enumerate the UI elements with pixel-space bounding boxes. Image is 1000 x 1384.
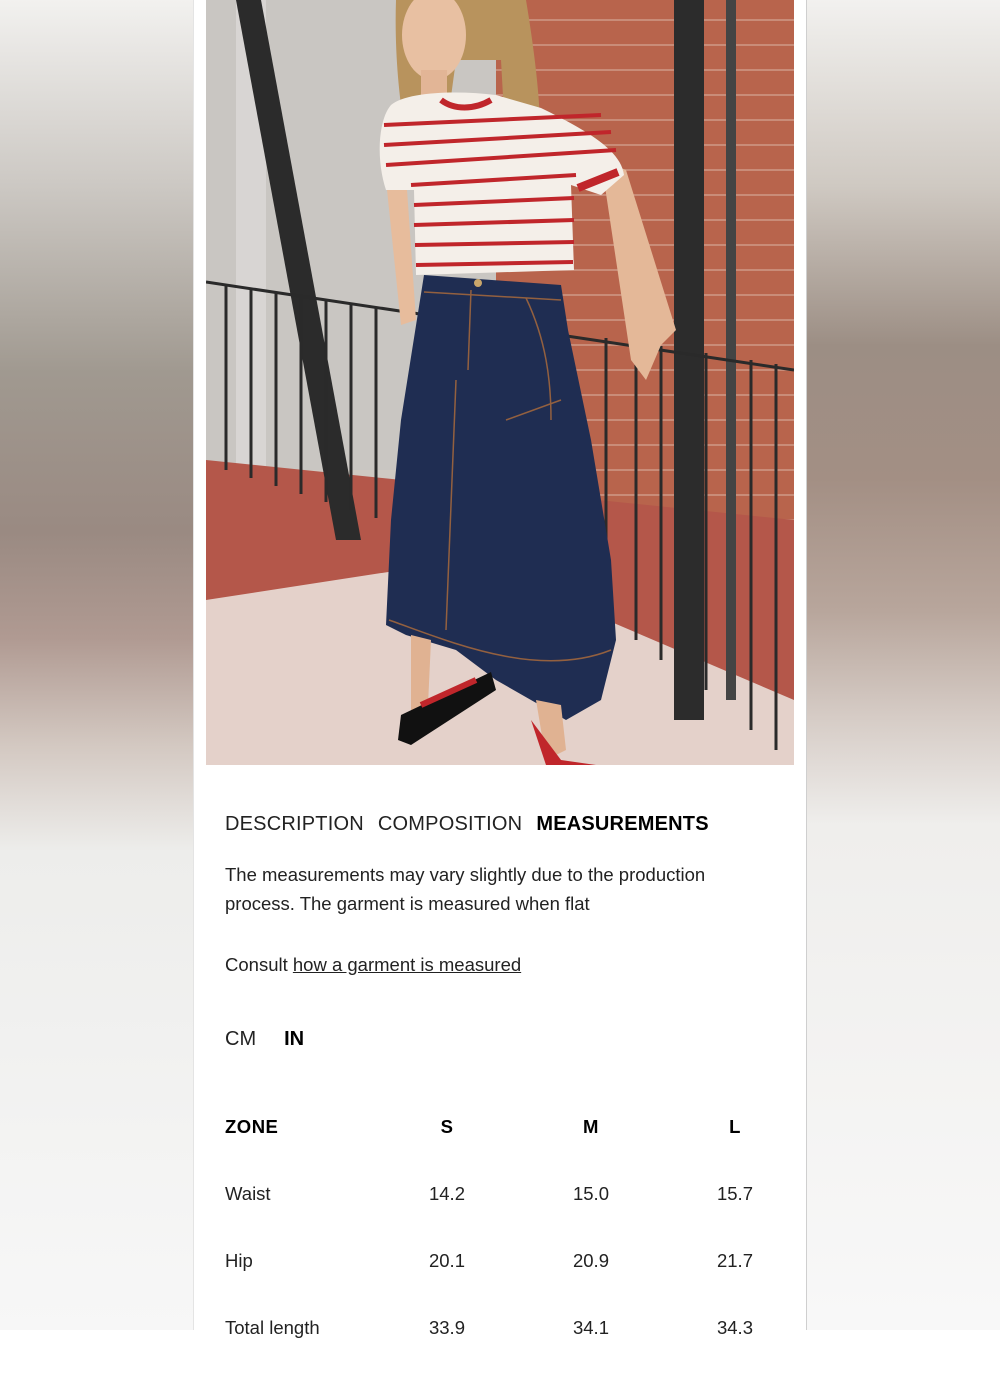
row-zone-label: Total length — [225, 1317, 320, 1338]
product-photo[interactable] — [206, 0, 794, 765]
unit-cm-option[interactable]: CM — [225, 1028, 256, 1051]
header-size-l: L — [729, 1116, 741, 1137]
product-panel: DESCRIPTION COMPOSITION MEASUREMENTS The… — [193, 0, 807, 1338]
header-size-m: M — [583, 1116, 599, 1137]
row-value-m: 20.9 — [572, 1250, 609, 1271]
size-table: ZONE S M L Waist 14.2 15.0 15.7 Hip 20.1… — [225, 1116, 785, 1384]
how-measured-link[interactable]: how a garment is measured — [293, 954, 521, 975]
row-zone-label: Hip — [225, 1250, 253, 1271]
row-value-m: 15.0 — [572, 1183, 609, 1204]
consult-prefix: Consult — [225, 954, 293, 975]
tab-measurements[interactable]: MEASUREMENTS — [536, 813, 708, 836]
table-row: Hip 20.1 20.9 21.7 — [225, 1250, 785, 1317]
row-zone-label: Waist — [225, 1183, 271, 1204]
unit-in-option[interactable]: IN — [284, 1028, 304, 1051]
row-value-s: 33.9 — [428, 1317, 465, 1338]
row-value-s: 20.1 — [428, 1250, 465, 1271]
measurements-note: The measurements may vary slightly due t… — [225, 860, 773, 918]
row-value-l: 15.7 — [716, 1183, 753, 1204]
consult-line: Consult how a garment is measured — [225, 954, 521, 976]
unit-toggle: CM IN — [225, 1028, 332, 1051]
row-value-m: 34.1 — [572, 1317, 609, 1338]
row-value-l: 21.7 — [716, 1250, 753, 1271]
backdrop-left — [0, 0, 195, 1330]
tab-description[interactable]: DESCRIPTION — [225, 813, 364, 836]
row-value-l: 34.3 — [716, 1317, 753, 1338]
table-header-row: ZONE S M L — [225, 1116, 785, 1183]
measurements-note-line-1: The measurements may vary slightly due t… — [225, 864, 706, 885]
info-tabs: DESCRIPTION COMPOSITION MEASUREMENTS — [225, 813, 723, 836]
row-value-s: 14.2 — [428, 1183, 465, 1204]
table-row: Total length 33.9 34.1 34.3 — [225, 1317, 785, 1384]
backdrop-right — [807, 0, 1000, 1330]
table-row: Waist 14.2 15.0 15.7 — [225, 1183, 785, 1250]
header-zone: ZONE — [225, 1116, 279, 1137]
tab-composition[interactable]: COMPOSITION — [378, 813, 522, 836]
header-size-s: S — [440, 1116, 454, 1137]
measurements-note-line-2: process. The garment is measured when fl… — [225, 893, 590, 914]
